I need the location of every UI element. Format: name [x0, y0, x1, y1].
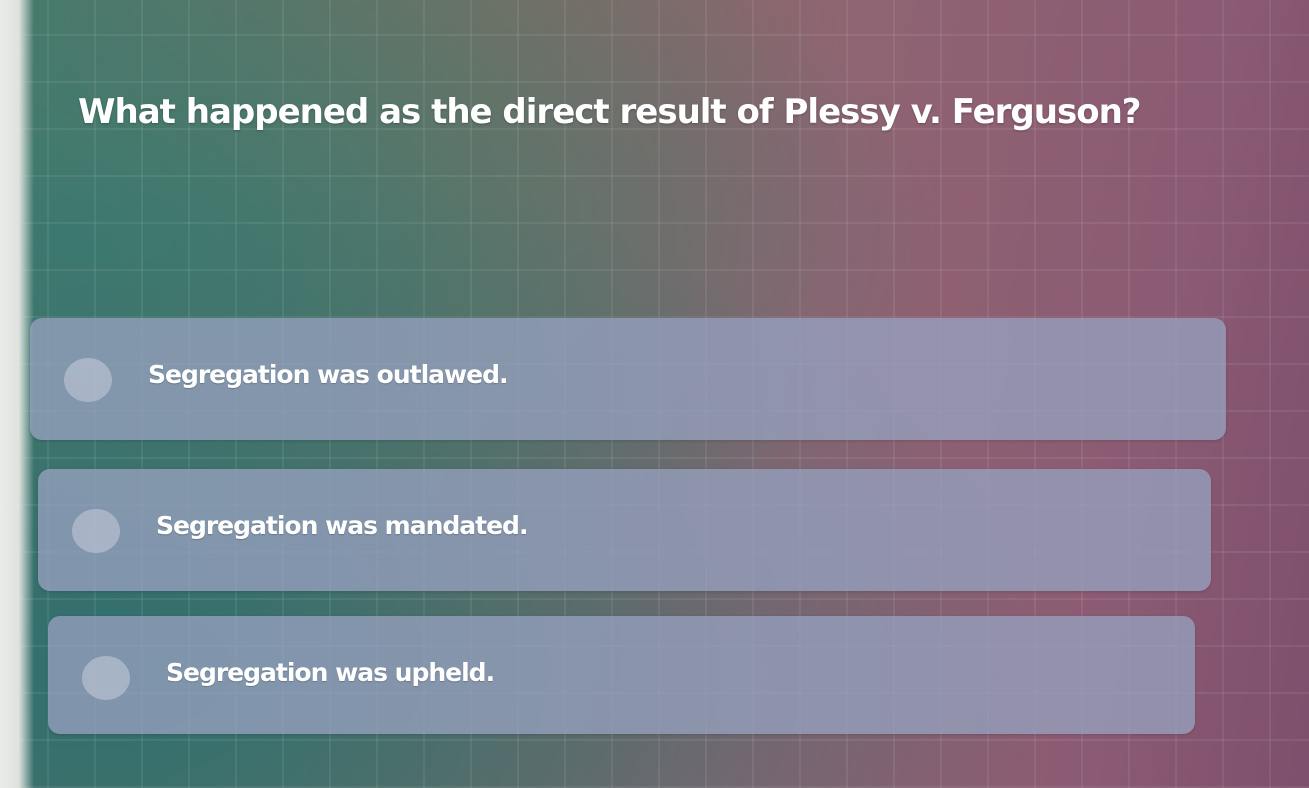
answer-option-mandated[interactable]: Segregation was mandated.: [38, 469, 1211, 591]
screen-edge: [0, 0, 34, 788]
answer-option-upheld[interactable]: Segregation was upheld.: [48, 616, 1195, 734]
radio-button[interactable]: [82, 656, 130, 700]
answer-label: Segregation was upheld.: [166, 658, 495, 687]
answer-label: Segregation was outlawed.: [148, 360, 508, 389]
answer-label: Segregation was mandated.: [156, 511, 528, 540]
radio-button[interactable]: [64, 358, 112, 402]
radio-button[interactable]: [72, 509, 120, 553]
answer-option-outlawed[interactable]: Segregation was outlawed.: [30, 318, 1226, 440]
question-text: What happened as the direct result of Pl…: [78, 92, 1141, 132]
